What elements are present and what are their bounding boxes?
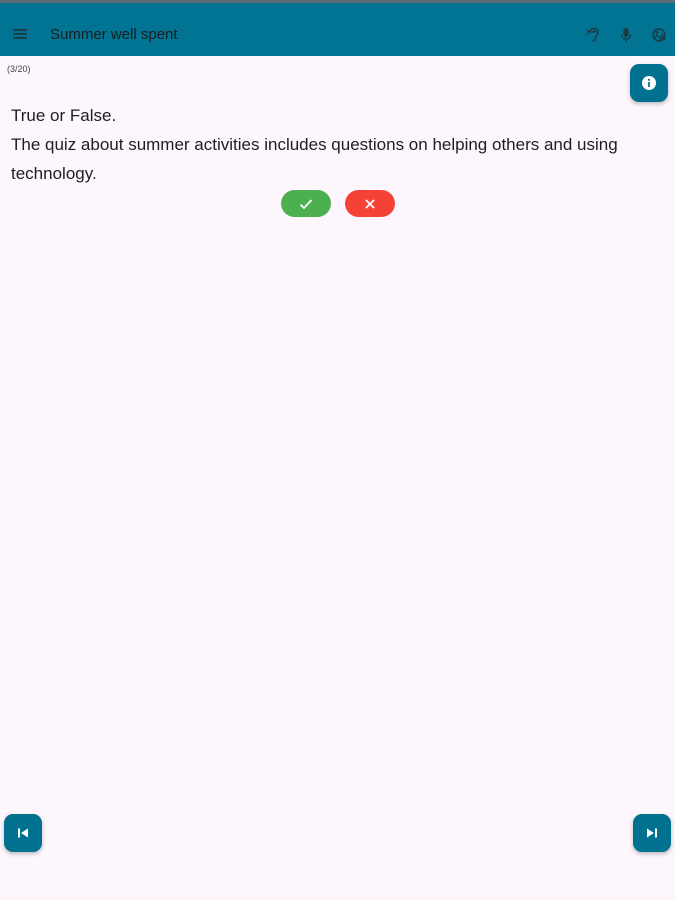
next-button[interactable] [633,814,671,852]
check-icon [299,198,313,209]
previous-button[interactable] [4,814,42,852]
true-button[interactable] [281,190,331,217]
question-counter: (3/20) [7,64,31,74]
translate-icon[interactable] [650,26,668,44]
question-prompt: True or False. [11,106,117,125]
app-title: Summer well spent [50,26,178,43]
false-button[interactable] [345,190,395,217]
question-statement: The quiz about summer activities include… [11,135,618,183]
info-button[interactable] [630,64,668,102]
question-text: True or False. The quiz about summer act… [11,101,651,188]
microphone-icon[interactable] [617,26,635,44]
skip-previous-icon [18,828,28,838]
menu-icon[interactable] [11,25,29,43]
info-icon [642,76,656,90]
hearing-icon[interactable] [584,26,602,44]
skip-next-icon [647,828,657,838]
close-icon [365,198,375,209]
